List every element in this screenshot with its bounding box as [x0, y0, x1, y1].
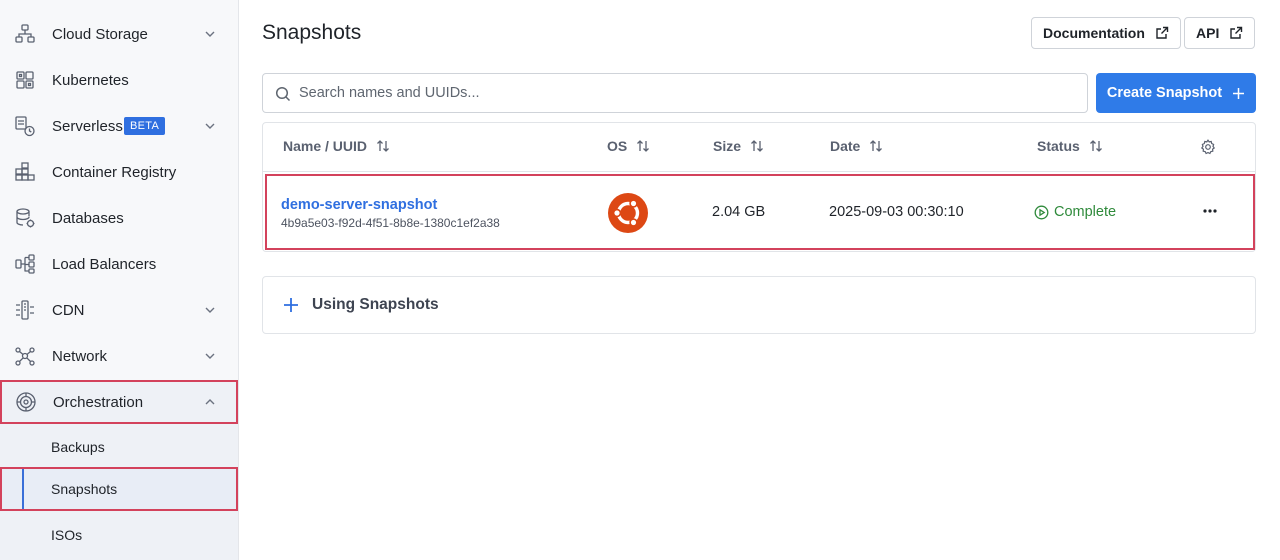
sidebar-item-cdn[interactable]: CDN — [0, 287, 238, 333]
column-header-label: Size — [713, 138, 742, 154]
cdn-icon — [14, 299, 36, 321]
column-header-label: Date — [830, 138, 861, 154]
sort-icon — [1089, 140, 1102, 152]
sidebar-item-serverless[interactable]: Serverless BETA — [0, 103, 238, 149]
databases-icon — [14, 207, 36, 229]
sidebar-item-container-registry[interactable]: Container Registry — [0, 149, 238, 195]
create-snapshot-button[interactable]: Create Snapshot — [1096, 73, 1256, 113]
page-title: Snapshots — [262, 21, 362, 44]
chevron-down-icon — [204, 120, 216, 132]
sidebar-item-load-balancers[interactable]: Load Balancers — [0, 241, 238, 287]
chevron-down-icon — [204, 350, 216, 362]
network-icon — [14, 345, 36, 367]
create-snapshot-label: Create Snapshot — [1106, 85, 1223, 101]
sidebar-item-label: Container Registry — [52, 163, 177, 181]
accordion-label: Using Snapshots — [312, 296, 439, 313]
sidebar-subitem-backups[interactable]: Backups — [0, 425, 238, 469]
sidebar-item-label: Serverless — [52, 117, 123, 135]
chevron-down-icon — [204, 304, 216, 316]
sidebar-item-label: Cloud Storage — [52, 25, 148, 43]
beta-badge: BETA — [124, 117, 166, 135]
ubuntu-logo-icon — [608, 193, 648, 233]
external-link-icon — [1156, 26, 1169, 39]
sidebar-subitem-label: Snapshots — [51, 481, 118, 497]
external-link-icon — [1230, 26, 1243, 39]
search-box — [262, 73, 1088, 113]
sidebar-item-cloud-storage[interactable]: Cloud Storage — [0, 11, 238, 57]
sidebar-item-label: Load Balancers — [52, 255, 157, 273]
sort-icon — [377, 140, 389, 152]
sidebar-subitem-label: Backups — [51, 439, 105, 455]
snapshots-table: Name / UUID OS Size Date Status demo-ser… — [262, 122, 1256, 252]
snapshot-uuid: 4b9a5e03-f92d-4f51-8b8e-1380c1ef2a38 — [281, 216, 500, 230]
plus-icon — [1233, 87, 1245, 99]
header-divider — [263, 171, 1255, 172]
more-options-icon[interactable] — [1201, 204, 1219, 218]
load-balancers-icon — [14, 253, 36, 275]
documentation-button[interactable]: Documentation — [1031, 17, 1181, 49]
play-circle-icon — [1034, 205, 1049, 219]
column-header-label: OS — [607, 138, 628, 154]
plus-icon — [284, 298, 298, 312]
search-input[interactable] — [299, 74, 1069, 112]
chevron-up-icon — [204, 396, 216, 408]
column-header-os[interactable]: OS — [607, 138, 650, 154]
sidebar-item-orchestration[interactable]: Orchestration — [0, 380, 238, 424]
snapshot-name-link[interactable]: demo-server-snapshot — [281, 197, 437, 213]
status-badge: Complete — [1034, 204, 1116, 220]
api-label: API — [1196, 25, 1220, 41]
table-row[interactable]: demo-server-snapshot 4b9a5e03-f92d-4f51-… — [265, 174, 1255, 250]
orchestration-icon — [15, 391, 37, 413]
column-header-size[interactable]: Size — [713, 138, 764, 154]
chevron-down-icon — [204, 28, 216, 40]
column-header-name[interactable]: Name / UUID — [283, 138, 390, 154]
status-label: Complete — [1054, 204, 1117, 220]
sidebar-item-label: Network — [52, 347, 108, 365]
sort-icon — [870, 140, 883, 152]
snapshot-size: 2.04 GB — [712, 204, 766, 220]
kubernetes-icon — [14, 69, 36, 91]
cloud-storage-icon — [14, 23, 36, 45]
column-header-status[interactable]: Status — [1037, 138, 1103, 154]
sidebar-item-label: CDN — [52, 301, 85, 319]
sidebar-subitem-label: ISOs — [51, 527, 83, 543]
sidebar-subitem-isos[interactable]: ISOs — [0, 513, 238, 557]
api-button[interactable]: API — [1184, 17, 1256, 49]
gear-icon[interactable] — [1200, 139, 1216, 155]
sort-icon — [637, 140, 650, 152]
column-header-label: Status — [1037, 138, 1080, 154]
sidebar-subitem-snapshots[interactable]: Snapshots — [0, 467, 238, 511]
active-indicator — [22, 469, 24, 509]
search-icon — [275, 86, 291, 102]
sidebar-item-label: Orchestration — [53, 393, 144, 411]
column-header-date[interactable]: Date — [830, 138, 883, 154]
documentation-label: Documentation — [1043, 25, 1145, 41]
sidebar: Cloud Storage Kubernetes Serverless BETA… — [0, 0, 239, 560]
sidebar-item-network[interactable]: Network — [0, 333, 238, 379]
sidebar-item-databases[interactable]: Databases — [0, 195, 238, 241]
container-registry-icon — [14, 161, 36, 183]
sidebar-item-label: Kubernetes — [52, 71, 129, 89]
sidebar-item-label: Databases — [52, 209, 124, 227]
sort-icon — [751, 140, 763, 152]
column-header-label: Name / UUID — [283, 138, 368, 154]
serverless-icon — [14, 115, 36, 137]
snapshot-date: 2025-09-03 00:30:10 — [829, 204, 964, 220]
sidebar-item-kubernetes[interactable]: Kubernetes — [0, 57, 238, 103]
using-snapshots-accordion[interactable]: Using Snapshots — [262, 276, 1256, 334]
orchestration-submenu: Backups Snapshots ISOs — [0, 424, 238, 560]
